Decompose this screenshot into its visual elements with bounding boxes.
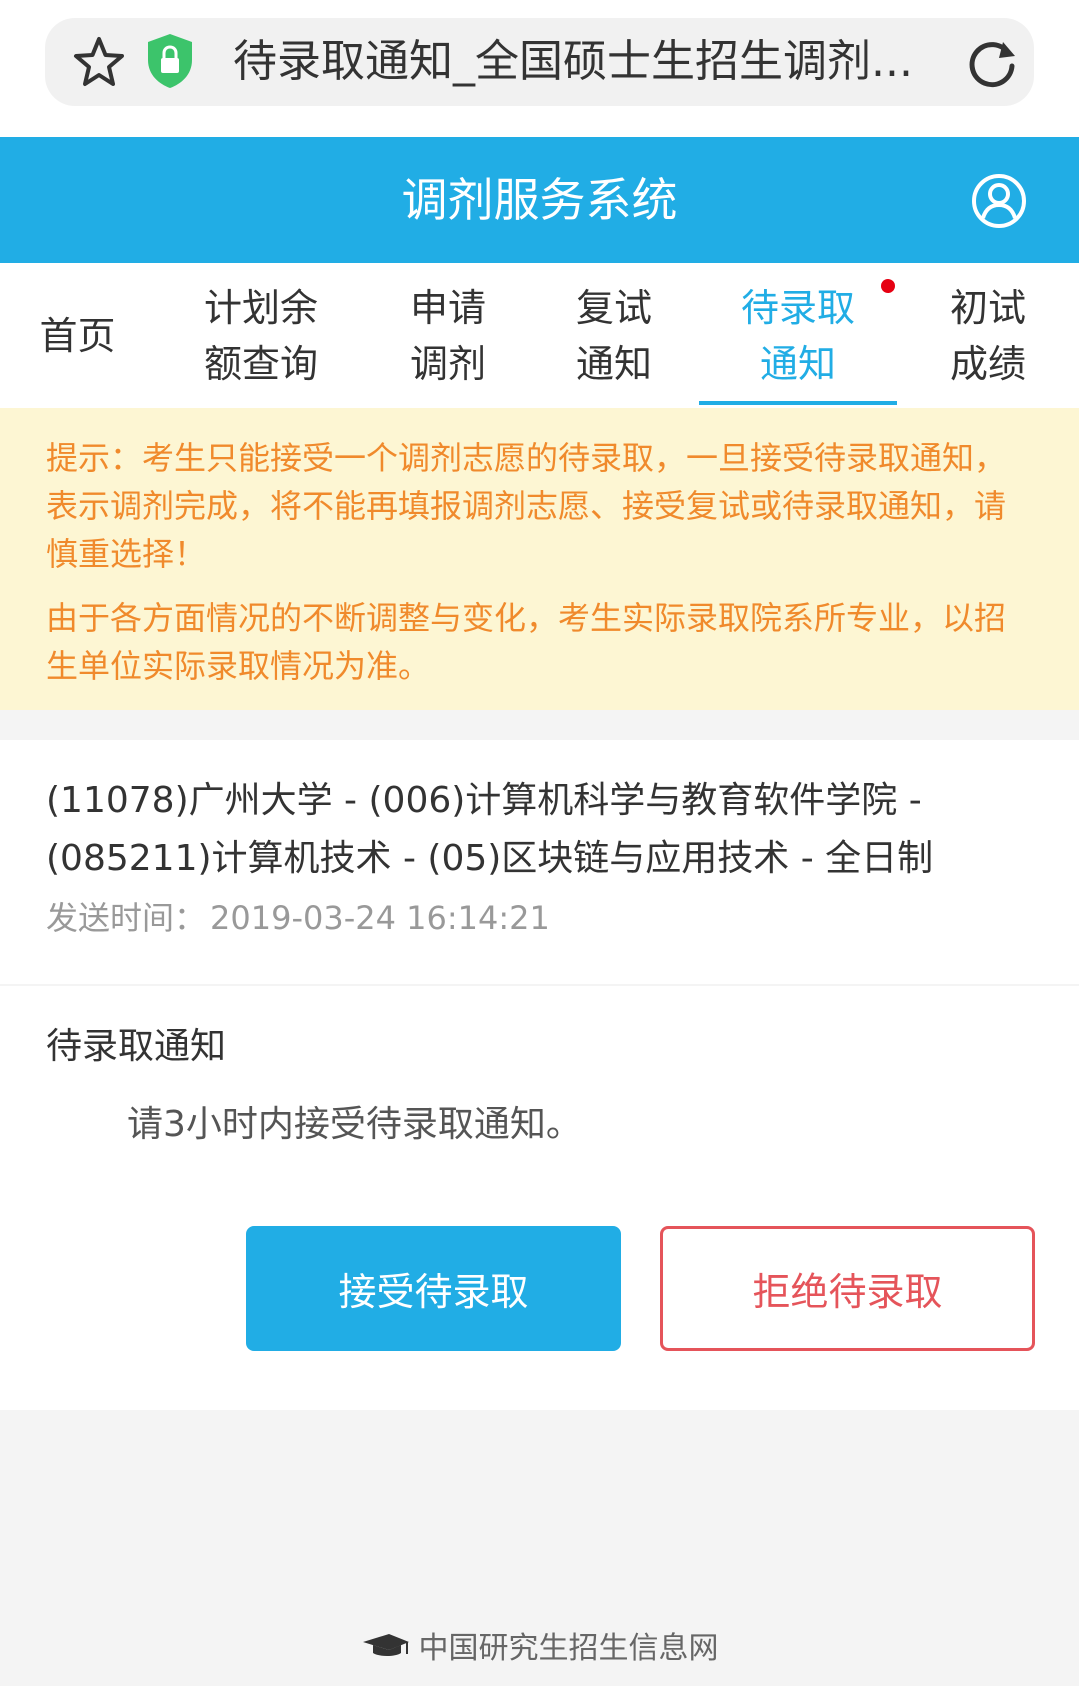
page-title: 待录取通知_全国硕士生招生调剂...	[233, 36, 913, 87]
tab-bar: 首页 计划余 额查询 申请 调剂 复试 通知 待录取 通知 初试 成绩	[0, 263, 1079, 408]
tab-label: 申请	[409, 285, 486, 330]
footer-text: 中国研究生招生信息网	[418, 1631, 719, 1666]
app-title: 调剂服务系统	[401, 173, 678, 227]
tip-notice: 提示：考生只能接受一个调剂志愿的待录取，一旦接受待录取通知，表示调剂完成，将不能…	[0, 408, 1079, 710]
address-bar[interactable]: 待录取通知_全国硕士生招生调剂...	[45, 18, 1034, 106]
tab-preliminary-score[interactable]: 初试 成绩	[897, 263, 1079, 408]
tab-label: 调剂	[409, 341, 486, 386]
tab-pending-admission[interactable]: 待录取 通知	[699, 263, 897, 408]
tab-label: 通知	[759, 341, 836, 386]
tab-label: 初试	[949, 285, 1026, 330]
tab-label: 首页	[39, 313, 116, 358]
accept-button[interactable]: 接受待录取	[246, 1226, 621, 1351]
tab-home[interactable]: 首页	[0, 263, 155, 408]
notice-text: 提示：考生只能接受一个调剂志愿的待录取，一旦接受待录取通知，表示调剂完成，将不能…	[46, 439, 1007, 573]
footer: 中国研究生招生信息网	[0, 1620, 1079, 1670]
page: 待录取通知_全国硕士生招生调剂... 调剂服务系统 首页 计划余 额查询 申请 …	[0, 0, 1079, 1686]
tab-label: 通知	[575, 341, 652, 386]
shield-lock-icon	[148, 34, 192, 88]
notification-dot	[881, 279, 895, 293]
user-account-icon[interactable]	[970, 172, 1028, 230]
send-time: 发送时间： 2019-03-24 16:14:21	[46, 896, 1033, 940]
tab-label: 成绩	[949, 341, 1026, 386]
tab-label: 复试	[575, 285, 652, 330]
notice-text: 由于各方面情况的不断调整与变化，考生实际录取院系所专业，以招生单位实际录取情况为…	[46, 599, 1007, 685]
detail-body: 请3小时内接受待录取通知。	[127, 1104, 582, 1145]
tab-label: 待录取	[740, 285, 855, 330]
tab-plan-quota[interactable]: 计划余 额查询	[155, 263, 367, 408]
star-icon[interactable]	[71, 35, 127, 91]
program-name: (11078)广州大学 - (006)计算机科学与教育软件学院 - (08521…	[46, 780, 934, 879]
tab-apply-adjustment[interactable]: 申请 调剂	[367, 263, 529, 408]
reject-button[interactable]: 拒绝待录取	[660, 1226, 1035, 1351]
active-tab-indicator	[699, 401, 897, 405]
tab-label: 计划余	[203, 285, 318, 330]
browser-bar: 待录取通知_全国硕士生招生调剂...	[0, 0, 1079, 137]
tab-label: 额查询	[203, 341, 318, 386]
tab-retest-notice[interactable]: 复试 通知	[529, 263, 699, 408]
reload-icon[interactable]	[963, 34, 1021, 92]
graduation-cap-icon	[362, 1634, 409, 1656]
detail-title: 待录取通知	[46, 1026, 227, 1067]
send-time-label: 发送时间：	[46, 899, 207, 937]
program-card: (11078)广州大学 - (006)计算机科学与教育软件学院 - (08521…	[0, 740, 1079, 984]
app-header: 调剂服务系统	[0, 137, 1079, 263]
send-time-value: 2019-03-24 16:14:21	[210, 899, 550, 937]
notice-detail-card: 待录取通知 请3小时内接受待录取通知。 接受待录取 拒绝待录取	[0, 986, 1079, 1410]
